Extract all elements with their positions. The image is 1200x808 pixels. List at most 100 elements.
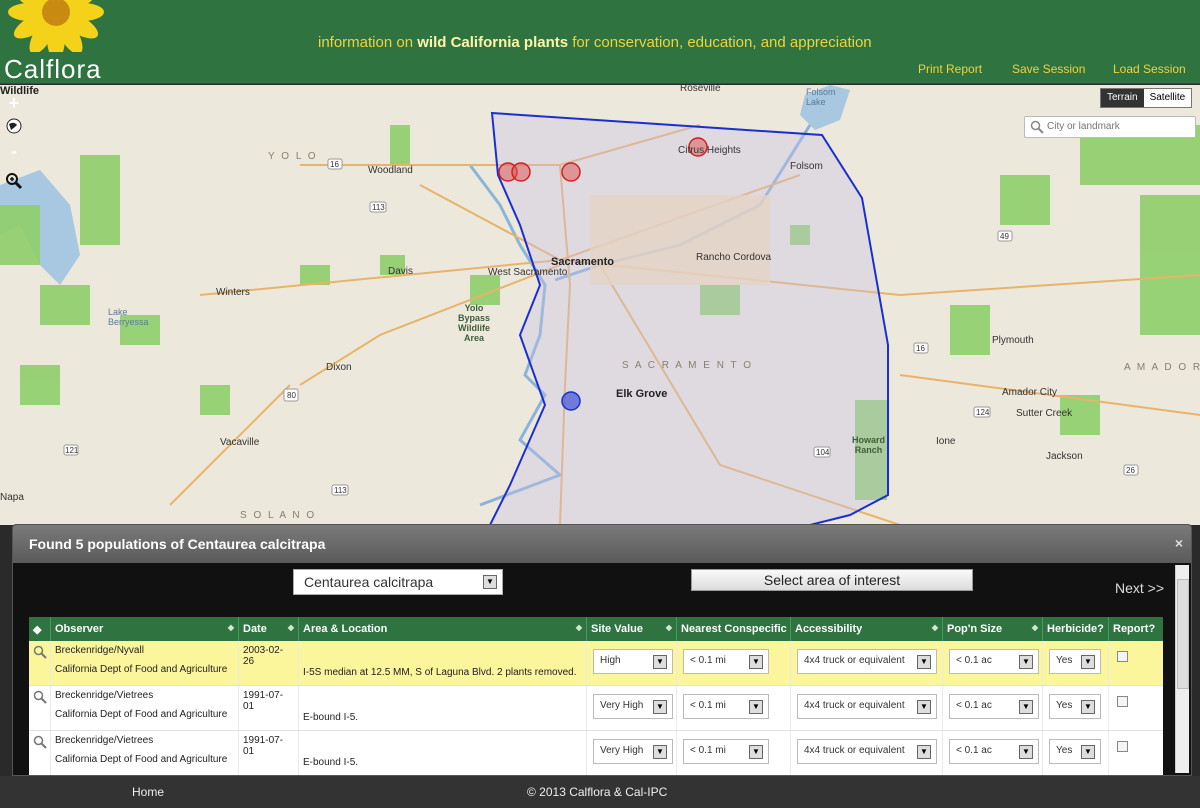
load-session-link[interactable]: Load Session: [1113, 62, 1186, 76]
map-type-toggle: Terrain Satellite: [1100, 88, 1193, 108]
table-row[interactable]: Breckenridge/Vietrees California Dept of …: [29, 731, 1163, 775]
print-report-link[interactable]: Print Report: [918, 62, 982, 76]
map-label: Roseville: [680, 85, 721, 94]
site-value-select[interactable]: Very High ▼: [593, 694, 673, 719]
access-select[interactable]: 4x4 truck or equivalent ▼: [797, 739, 937, 764]
column-header-site-value[interactable]: Site Value ◆: [587, 617, 677, 641]
column-header-observer[interactable]: Observer ◆: [51, 617, 239, 641]
site-value-select[interactable]: High ▼: [593, 649, 673, 674]
map-label: Yolo Bypass Wildlife Area: [458, 303, 491, 343]
chevron-down-icon: ▼: [749, 745, 763, 759]
scrollbar[interactable]: [1175, 565, 1189, 773]
access-cell: 4x4 truck or equivalent ▼: [791, 686, 943, 730]
panel-title-text: Found 5 populations of Centaurea calcitr…: [29, 536, 326, 552]
nearest-select[interactable]: < 0.1 mi ▼: [683, 739, 769, 764]
date-cell: 1991-07-01: [239, 731, 299, 775]
date-cell: 1991-07-01: [239, 686, 299, 730]
map-label: Napa: [0, 492, 24, 503]
next-link[interactable]: Next >>: [1115, 580, 1164, 596]
report-checkbox[interactable]: [1117, 741, 1128, 752]
column-label: Herbicide?: [1047, 623, 1104, 635]
sort-icon[interactable]: ◆: [29, 617, 51, 641]
observer-cell: Breckenridge/Vietrees California Dept of …: [51, 686, 239, 730]
access-select[interactable]: 4x4 truck or equivalent ▼: [797, 694, 937, 719]
route-shield: 113: [372, 203, 385, 212]
location-cell: E-bound I-5.: [299, 686, 587, 730]
close-icon[interactable]: ×: [1175, 535, 1183, 551]
species-select[interactable]: Centaurea calcitrapa ▼: [293, 569, 503, 595]
panel-title: Found 5 populations of Centaurea calcitr…: [13, 525, 1191, 563]
magnifier-icon[interactable]: [29, 731, 51, 775]
chevron-down-icon: ▼: [653, 745, 667, 759]
nearest-select[interactable]: < 0.1 mi ▼: [683, 694, 769, 719]
map-label: Dixon: [326, 362, 352, 373]
chevron-down-icon: ▼: [1081, 655, 1095, 669]
column-header-herbicide[interactable]: Herbicide?: [1043, 617, 1109, 641]
column-label: Area & Location: [303, 623, 388, 635]
terrain-button[interactable]: Terrain: [1101, 89, 1144, 107]
logo-flower-icon[interactable]: [0, 0, 112, 52]
magnifier-icon[interactable]: [29, 686, 51, 730]
home-link[interactable]: Home: [132, 785, 164, 799]
pop-select[interactable]: < 0.1 ac ▼: [949, 694, 1039, 719]
chevron-down-icon: ▼: [1081, 745, 1095, 759]
sort-icon: ◆: [227, 623, 234, 632]
save-session-link[interactable]: Save Session: [1012, 62, 1085, 76]
pop-select[interactable]: < 0.1 ac ▼: [949, 649, 1039, 674]
pop-select[interactable]: < 0.1 ac ▼: [949, 739, 1039, 764]
tagline-text-end: for conservation, education, and appreci…: [568, 34, 872, 51]
column-header-report[interactable]: Report?: [1109, 617, 1163, 641]
herbicide-select[interactable]: Yes ▼: [1049, 694, 1101, 719]
globe-icon[interactable]: [4, 118, 24, 138]
brand-logo[interactable]: Calflora: [4, 54, 102, 85]
column-label: Observer: [55, 623, 104, 635]
column-header-date[interactable]: Date ◆: [239, 617, 299, 641]
map-view[interactable]: Wildlife Roseville Y O L O Woodland Citr…: [0, 85, 1200, 525]
table-row[interactable]: Breckenridge/Vietrees California Dept of …: [29, 686, 1163, 731]
column-header-location[interactable]: Area & Location ◆: [299, 617, 587, 641]
city-search-input[interactable]: [1047, 121, 1187, 132]
report-checkbox[interactable]: [1117, 696, 1128, 707]
route-shield: 49: [1000, 232, 1009, 241]
table-row[interactable]: Breckenridge/Nyvall California Dept of Fo…: [29, 641, 1163, 686]
select-area-button[interactable]: Select area of interest: [691, 569, 973, 591]
species-select-value: Centaurea calcitrapa: [304, 574, 434, 590]
column-header-nearest[interactable]: Nearest Conspecific: [677, 617, 791, 641]
nearest-value: < 0.1 mi: [690, 700, 726, 711]
zoom-area-icon[interactable]: [4, 172, 24, 192]
nearest-value: < 0.1 mi: [690, 745, 726, 756]
herbicide-cell: Yes ▼: [1043, 641, 1109, 685]
site-value-select[interactable]: Very High ▼: [593, 739, 673, 764]
zoom-in-button[interactable]: +: [4, 94, 24, 114]
route-shield: 121: [65, 446, 79, 455]
chevron-down-icon: ▼: [917, 745, 931, 759]
map-label: Citrus Heights: [678, 145, 741, 156]
report-checkbox[interactable]: [1117, 651, 1128, 662]
herbicide-select[interactable]: Yes ▼: [1049, 739, 1101, 764]
scrollbar-thumb[interactable]: [1177, 579, 1189, 689]
satellite-button[interactable]: Satellite: [1144, 89, 1192, 107]
observer-cell: Breckenridge/Nyvall California Dept of Fo…: [51, 641, 239, 685]
column-header-accessibility[interactable]: Accessibility ◆: [791, 617, 943, 641]
herbicide-select[interactable]: Yes ▼: [1049, 649, 1101, 674]
chevron-down-icon: ▼: [1081, 700, 1095, 714]
footer: Home © 2013 Calflora & Cal-IPC: [0, 776, 1200, 808]
column-label: Report?: [1113, 623, 1156, 635]
header: Calflora information on wild California …: [0, 0, 1200, 84]
zoom-out-button[interactable]: -: [4, 142, 24, 162]
access-select[interactable]: 4x4 truck or equivalent ▼: [797, 649, 937, 674]
report-cell: [1109, 686, 1163, 730]
map-label: Howard Ranch: [852, 435, 886, 455]
date-cell: 2003-02-26: [239, 641, 299, 685]
route-shield: 16: [916, 344, 925, 353]
nearest-value: < 0.1 mi: [690, 655, 726, 666]
nearest-select[interactable]: < 0.1 mi ▼: [683, 649, 769, 674]
column-label: Nearest Conspecific: [681, 623, 787, 635]
herbicide-value: Yes: [1056, 700, 1073, 711]
chevron-down-icon: ▼: [653, 655, 667, 669]
column-header-pop-size[interactable]: Pop'n Size ◆: [943, 617, 1043, 641]
observer-name: Breckenridge/Vietrees: [55, 735, 154, 746]
magnifier-icon[interactable]: [29, 641, 51, 685]
map-label: Sutter Creek: [1016, 408, 1073, 419]
map-label: Lake Berryessa: [108, 307, 149, 327]
